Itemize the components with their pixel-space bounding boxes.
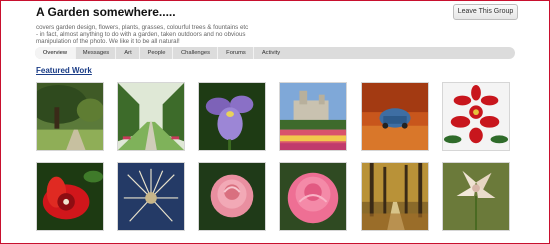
tab-art[interactable]: Art [115, 47, 140, 59]
tab-messages[interactable]: Messages [75, 47, 116, 59]
featured-work-heading[interactable]: Featured Work [36, 66, 92, 75]
featured-thumb-dried-seed-head[interactable] [117, 162, 185, 231]
featured-thumb-pink-rose-bloom[interactable] [279, 162, 347, 231]
featured-thumb-castle-flower-garden[interactable] [279, 82, 347, 151]
featured-thumb-tree-lined-garden[interactable] [36, 82, 104, 151]
thumb-image [199, 163, 265, 230]
featured-thumb-purple-iris[interactable] [198, 82, 266, 151]
thumb-image [118, 83, 184, 150]
featured-thumb-autumn-vw-beetle[interactable] [361, 82, 429, 151]
thumb-image [443, 83, 509, 150]
description-line-1: covers garden design, flowers, plants, g… [36, 24, 249, 31]
thumb-image [37, 163, 103, 230]
featured-thumb-red-poinsettia[interactable] [442, 82, 510, 151]
thumb-image [280, 163, 346, 230]
thumb-image [362, 163, 428, 230]
tab-people[interactable]: People [139, 47, 173, 59]
description-line-3: manipulation of the photo. We like it to… [36, 38, 180, 45]
featured-thumb-autumn-forest-path[interactable] [361, 162, 429, 231]
thumb-image [199, 83, 265, 150]
thumb-image [280, 83, 346, 150]
group-title: A Garden somewhere..... [36, 5, 176, 19]
featured-thumb-pink-rose[interactable] [198, 162, 266, 231]
thumb-image [118, 163, 184, 230]
thumb-image [443, 163, 509, 230]
group-description: covers garden design, flowers, plants, g… [36, 24, 286, 45]
description-line-2: - in fact, almost anything to do with a … [36, 31, 246, 38]
thumb-image [37, 83, 103, 150]
featured-thumb-hedge-avenue-garden[interactable] [117, 82, 185, 151]
featured-thumb-pale-lily[interactable] [442, 162, 510, 231]
leave-group-button[interactable]: Leave This Group [453, 4, 518, 20]
group-tab-bar: Overview Messages Art People Challenges … [35, 47, 515, 59]
tab-overview[interactable]: Overview [35, 47, 75, 59]
tab-activity[interactable]: Activity [253, 47, 288, 59]
thumb-image [362, 83, 428, 150]
tab-forums[interactable]: Forums [217, 47, 254, 59]
tab-challenges[interactable]: Challenges [172, 47, 218, 59]
featured-thumb-red-passion-flower[interactable] [36, 162, 104, 231]
